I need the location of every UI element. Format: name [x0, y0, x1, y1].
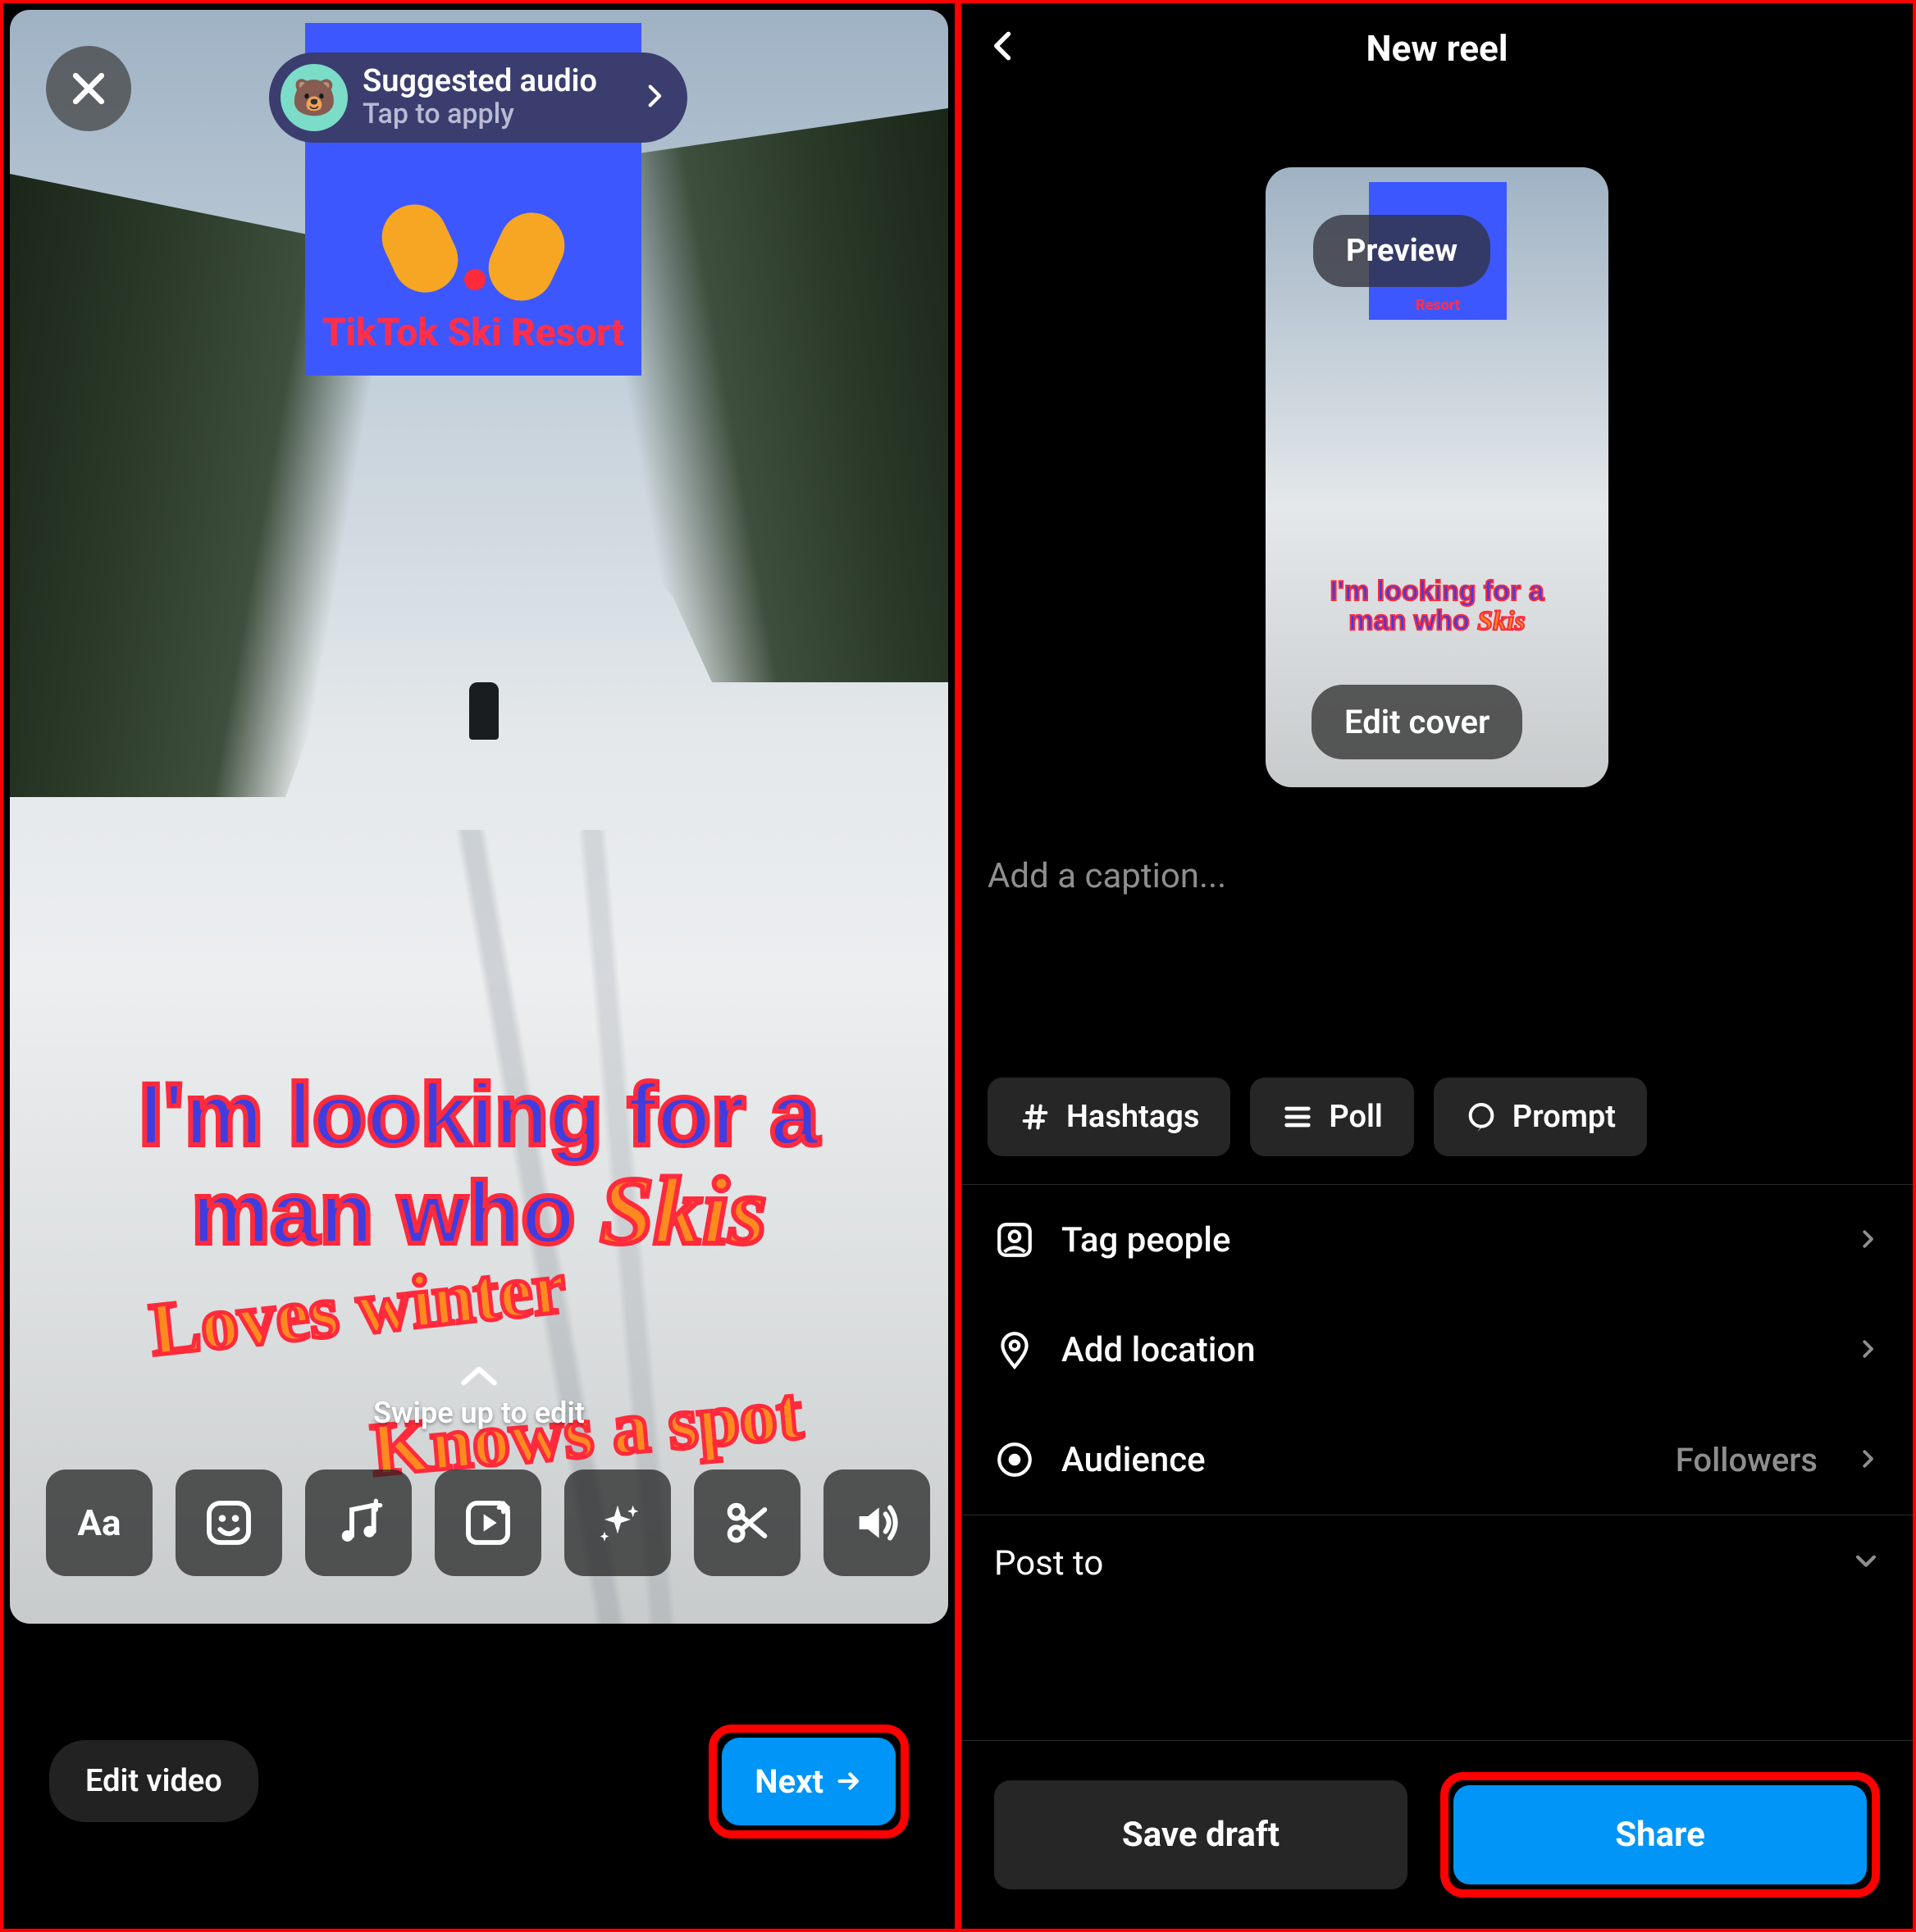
thumb-overlay-text: I'm looking for a man who Skis [1266, 577, 1608, 636]
clip-tool[interactable] [435, 1470, 541, 1576]
back-button[interactable] [978, 20, 1030, 72]
header: New reel [961, 3, 1913, 93]
prompt-icon [1465, 1100, 1498, 1133]
prompt-chip[interactable]: Prompt [1434, 1078, 1647, 1156]
hashtags-chip[interactable]: Hashtags [988, 1078, 1230, 1156]
add-location-row[interactable]: Add location [961, 1295, 1913, 1405]
post-to-row[interactable]: Post to [961, 1515, 1913, 1652]
chevron-left-icon [986, 28, 1022, 64]
music-icon [332, 1497, 385, 1549]
share-button[interactable]: Share [1453, 1785, 1867, 1884]
editor-panel: TikTok Ski Resort 🐻 Suggested audio Tap … [0, 0, 958, 1932]
music-tool[interactable] [305, 1470, 412, 1576]
chip-row: Hashtags Poll Prompt [988, 1078, 1647, 1156]
chevron-down-icon [1852, 1543, 1880, 1583]
audio-avatar: 🐻 [281, 64, 348, 131]
sparkle-icon [591, 1497, 644, 1549]
volume-icon [851, 1497, 903, 1549]
audience-row[interactable]: Audience Followers [961, 1405, 1913, 1515]
audience-value: Followers [1676, 1441, 1818, 1479]
sticker-title: TikTok Ski Resort [322, 313, 624, 353]
swipe-up-hint[interactable]: Swipe up to edit [10, 1355, 948, 1430]
tag-people-row[interactable]: Tag people [961, 1185, 1913, 1295]
next-button[interactable]: Next [722, 1738, 896, 1825]
sticker-icon [203, 1497, 255, 1549]
page-title: New reel [1366, 27, 1508, 70]
scene-skier [469, 682, 499, 740]
chevron-right-icon [1855, 1330, 1880, 1370]
publish-panel: New reel Resort Preview I'm looking for … [958, 0, 1916, 1932]
audio-title: Suggested audio [363, 65, 625, 99]
tool-row: Aa [46, 1470, 930, 1576]
video-preview[interactable]: TikTok Ski Resort 🐻 Suggested audio Tap … [10, 10, 948, 1624]
next-button-highlight: Next [709, 1725, 909, 1839]
settings-list: Tag people Add location Audience Followe… [961, 1184, 1913, 1652]
close-button[interactable] [46, 46, 131, 131]
overlay-main-text[interactable]: I'm looking for a man who Skis [10, 1068, 948, 1262]
save-draft-button[interactable]: Save draft [994, 1780, 1407, 1889]
sticker-tool[interactable] [176, 1470, 282, 1576]
poll-chip[interactable]: Poll [1250, 1078, 1413, 1156]
poll-icon [1281, 1100, 1314, 1133]
chevron-right-icon [640, 76, 668, 119]
chevron-right-icon [1855, 1440, 1880, 1480]
suggested-audio-pill[interactable]: 🐻 Suggested audio Tap to apply [269, 52, 687, 143]
close-icon [66, 66, 111, 111]
cover-thumbnail[interactable]: Resort Preview I'm looking for a man who… [1266, 167, 1608, 787]
effects-tool[interactable] [564, 1470, 671, 1576]
person-icon [994, 1219, 1035, 1260]
hashtag-icon [1019, 1100, 1052, 1133]
edit-video-button[interactable]: Edit video [49, 1740, 258, 1822]
publish-bottom-bar: Save draft Share [961, 1740, 1913, 1929]
share-button-highlight: Share [1440, 1772, 1880, 1898]
volume-tool[interactable] [823, 1470, 930, 1576]
editor-bottom-bar: Edit video Next [3, 1634, 955, 1929]
chevron-right-icon [1855, 1220, 1880, 1260]
scissors-icon [721, 1497, 773, 1549]
preview-pill[interactable]: Preview [1313, 215, 1490, 287]
trim-tool[interactable] [694, 1470, 801, 1576]
edit-cover-button[interactable]: Edit cover [1312, 685, 1522, 759]
chevron-up-icon [10, 1355, 948, 1396]
audio-subtitle: Tap to apply [363, 99, 625, 130]
sticker-graphic [379, 162, 568, 302]
text-tool[interactable]: Aa [46, 1470, 153, 1576]
audience-icon [994, 1439, 1035, 1480]
location-icon [994, 1329, 1035, 1370]
arrow-right-icon [835, 1767, 863, 1795]
clip-icon [462, 1497, 514, 1549]
caption-input[interactable]: Add a caption... [988, 856, 1886, 896]
